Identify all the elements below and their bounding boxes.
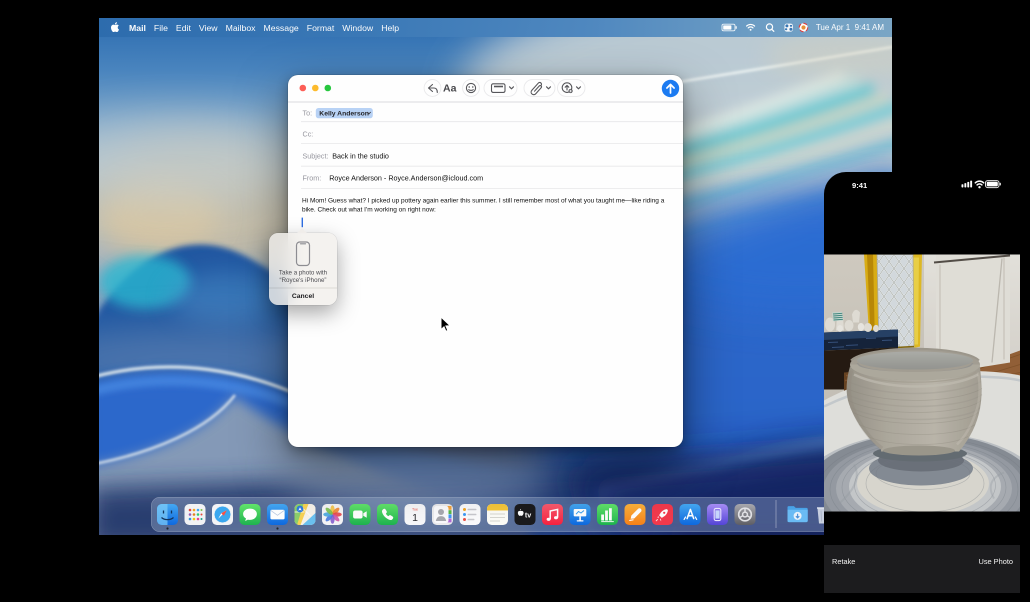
svg-text:Royce Anderson - Royce.Anderso: Royce Anderson - Royce.Anderson@icloud.c… — [329, 173, 483, 182]
svg-text:Kelly Anderson: Kelly Anderson — [319, 110, 369, 117]
svg-text:Hi Mom! Guess what? I picked u: Hi Mom! Guess what? I picked up pottery … — [302, 197, 665, 204]
svg-text:Tue: Tue — [412, 507, 418, 511]
svg-text:Use Photo: Use Photo — [978, 557, 1013, 566]
svg-text:tv: tv — [525, 511, 531, 520]
svg-text:1: 1 — [412, 512, 418, 524]
svg-text:“Royce's iPhone”: “Royce's iPhone” — [280, 277, 327, 284]
svg-text:Cancel: Cancel — [292, 293, 314, 300]
svg-text:Take a photo with: Take a photo with — [279, 270, 328, 277]
svg-text:bike. Check out what I'm worki: bike. Check out what I'm working on righ… — [302, 206, 436, 213]
svg-text:Cc:: Cc: — [303, 129, 314, 138]
svg-text:From:: From: — [303, 173, 322, 182]
svg-text:9:41: 9:41 — [852, 181, 868, 190]
svg-text:Aa: Aa — [443, 83, 457, 95]
svg-text:Back in the studio: Back in the studio — [332, 151, 389, 160]
svg-text:Subject:: Subject: — [303, 151, 329, 160]
svg-text:Retake: Retake — [832, 557, 855, 566]
svg-text:To:: To: — [303, 108, 313, 117]
